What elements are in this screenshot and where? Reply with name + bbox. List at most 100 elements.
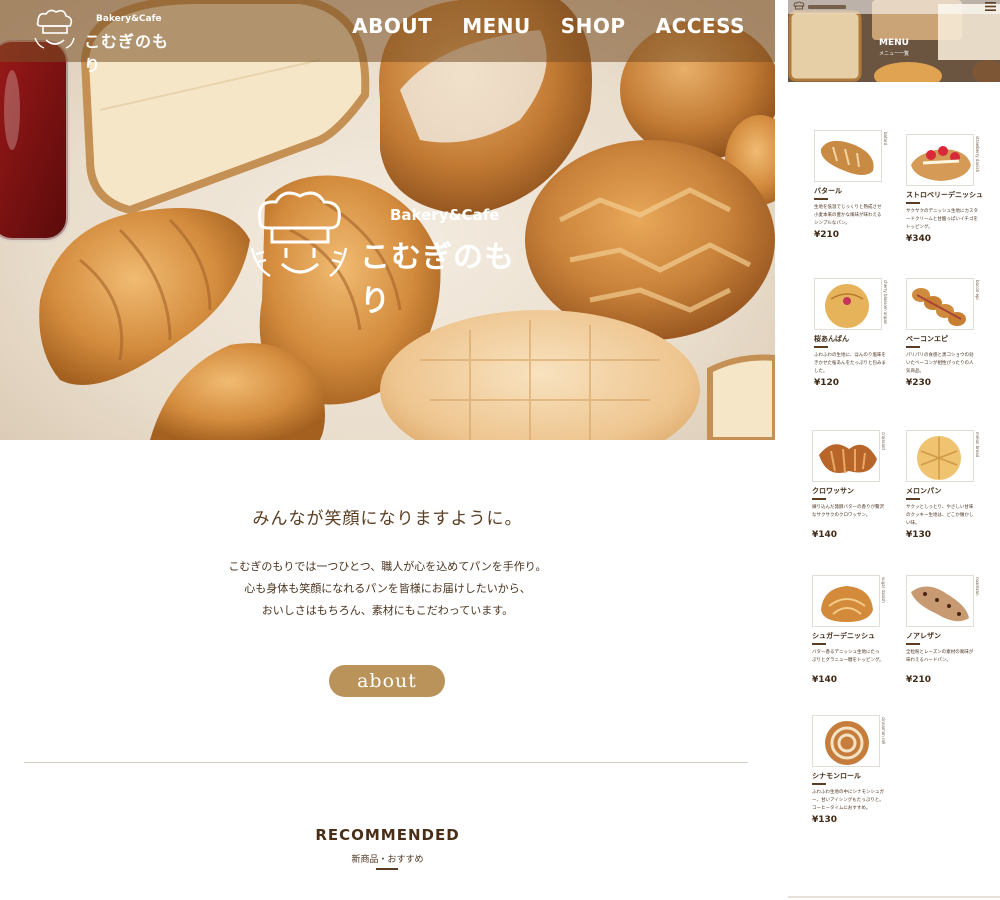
- menu-item-name: メロンパン: [906, 487, 942, 495]
- menu-item-desc-line: した。: [814, 369, 828, 374]
- menu-item-desc-line: ードクリームと甘酸っぱいイチゴを: [906, 217, 978, 222]
- brand-logo[interactable]: Bakery&Cafe こむぎのもり: [32, 8, 172, 75]
- menu-item-price: ¥230: [906, 378, 932, 388]
- menu-item-name: クロワッサン: [812, 487, 854, 495]
- menu-item-desc-line: ふわふわ生地の中にシナモンシュガ: [812, 790, 884, 795]
- recommended-subtitle: 新商品・おすすめ: [351, 855, 424, 865]
- recommended-underline: [376, 868, 398, 870]
- menu-item-underline: [814, 198, 828, 200]
- menu-item-underline: [906, 346, 920, 348]
- mobile-menu-subtitle: メニュー一覧: [878, 51, 909, 57]
- menu-item-desc-line: ぷりとグラニュー糖をトッピング。: [812, 658, 884, 663]
- mobile-footer-divider: [788, 896, 1000, 898]
- menu-item-desc-line: シンプルなパン。: [814, 221, 850, 226]
- mobile-brand-logo-icon[interactable]: [792, 1, 852, 13]
- menu-item-underline: [812, 643, 826, 645]
- menu-item-name: 桜あんぱん: [814, 335, 849, 343]
- mobile-page: MENU メニュー一覧 batard バタール 生地を低温でじっくりと熟成させ …: [788, 0, 1000, 900]
- menu-item-tag: cinnamon roll: [881, 717, 886, 745]
- menu-item-price: ¥210: [814, 230, 840, 240]
- main-navigation: ABOUT MENU SHOP ACCESS: [352, 14, 745, 38]
- menu-item-name: ベーコンエピ: [906, 335, 948, 343]
- menu-item-desc-line: サクサクのデニッシュ生地にカスタ: [906, 209, 978, 214]
- nav-about-link[interactable]: ABOUT: [352, 14, 432, 38]
- menu-item[interactable]: bacon epi ベーコンエピ パリパリの食感と黒コショウの効 いたベーコンが…: [906, 278, 996, 408]
- menu-item[interactable]: melon bread メロンパン サクッとしっとり、やさしい甘味 のクッキー生…: [906, 430, 996, 560]
- menu-item-name: ノアレザン: [906, 632, 941, 640]
- menu-item-photo: [814, 130, 882, 182]
- menu-item-tag: batard: [883, 132, 888, 146]
- nav-menu-link[interactable]: MENU: [462, 14, 531, 38]
- menu-item-underline: [906, 498, 920, 500]
- menu-item-photo: [906, 575, 974, 627]
- menu-item-name: シナモンロール: [812, 772, 861, 780]
- menu-item-desc: サクサクのデニッシュ生地にカスタ ードクリームと甘酸っぱいイチゴを トッピング。: [906, 208, 982, 232]
- recommended-title: RECOMMENDED: [315, 826, 460, 844]
- menu-item-photo: [814, 278, 882, 330]
- menu-item-underline: [814, 346, 828, 348]
- menu-item-price: ¥130: [906, 530, 932, 540]
- desktop-page: Bakery&Cafe こむぎのもり ABOUT MENU SHOP ACCES…: [0, 0, 775, 900]
- intro-body: こむぎのもりでは一つひとつ、職人が心を込めてパンを手作り。 心も身体も笑顔になれ…: [0, 556, 775, 622]
- menu-item-name: ストロベリーデニッシュ: [906, 191, 983, 199]
- menu-item-desc-line: パリパリの食感と黒コショウの効: [906, 353, 974, 358]
- section-divider: [24, 762, 748, 763]
- hamburger-menu-icon[interactable]: [985, 2, 996, 11]
- menu-item-underline: [906, 202, 920, 204]
- menu-item[interactable]: croissant クロワッサン 練り込んだ発酵バターの香りが贅沢 なサクサクの…: [812, 430, 902, 560]
- menu-item[interactable]: batard バタール 生地を低温でじっくりと熟成させ 小麦本来の豊かな風味が味…: [814, 130, 904, 260]
- menu-item-desc: パリパリの食感と黒コショウの効 いたベーコンが相性ぴったりの人 気商品。: [906, 352, 982, 376]
- intro-line: 心も身体も笑顔になれるパンを皆様にお届けしたいから、: [244, 582, 531, 595]
- menu-item-underline: [812, 498, 826, 500]
- hero-logo: Bakery&Cafe こむぎのもり: [248, 188, 538, 319]
- menu-item-price: ¥140: [812, 530, 838, 540]
- menu-item-tag: croissant: [881, 432, 886, 451]
- menu-item-underline: [812, 783, 826, 785]
- menu-item[interactable]: cherry blossom anpan 桜あんぱん ふわふわの生地に、ほんのり…: [814, 278, 904, 408]
- menu-item[interactable]: sugar danish シュガーデニッシュ バター香るデニッシュ生地にたっ ぷ…: [812, 575, 902, 705]
- mobile-hero-image: MENU メニュー一覧: [788, 0, 1000, 82]
- hero-brand-jp: こむぎのもり: [360, 240, 515, 319]
- menu-item-desc-line: 生地を低温でじっくりと熟成させ: [814, 205, 882, 210]
- menu-item-photo: [906, 278, 974, 330]
- menu-item-desc-line: きかせた桜あんをたっぷりと包みま: [814, 361, 886, 366]
- menu-item[interactable]: noarezan ノアレザン 全粒粉とレーズンの素材の風味が 味わえるハードパン…: [906, 575, 996, 705]
- menu-item-desc-line: 練り込んだ発酵バターの香りが贅沢: [812, 505, 884, 510]
- menu-item-tag: bacon epi: [975, 280, 980, 300]
- menu-item-desc: 全粒粉とレーズンの素材の風味が 味わえるハードパン。: [906, 649, 982, 665]
- menu-item-underline: [906, 643, 920, 645]
- menu-item-desc: ふわふわの生地に、ほんのり塩味を きかせた桜あんをたっぷりと包みま した。: [814, 352, 890, 376]
- intro-heading: みんなが笑顔になりますように。: [252, 509, 523, 529]
- intro-line: おいしさはもちろん、素材にもこだわっています。: [261, 604, 514, 617]
- menu-item-photo: [812, 430, 880, 482]
- menu-item-desc-line: ふわふわの生地に、ほんのり塩味を: [814, 353, 886, 358]
- menu-item-desc-line: い味。: [906, 521, 920, 526]
- brand-en-text: Bakery&Cafe: [96, 14, 162, 24]
- menu-item-desc-line: トッピング。: [906, 225, 933, 230]
- menu-item-desc-line: サクッとしっとり、やさしい甘味: [906, 505, 974, 510]
- menu-item[interactable]: cinnamon roll シナモンロール ふわふわ生地の中にシナモンシュガ ー…: [812, 715, 902, 845]
- menu-item-desc-line: 気商品。: [906, 369, 924, 374]
- intro-section: みんなが笑顔になりますように。 こむぎのもりでは一つひとつ、職人が心を込めてパン…: [0, 440, 775, 900]
- nav-access-link[interactable]: ACCESS: [656, 14, 745, 38]
- menu-item-tag: sugar danish: [881, 577, 886, 603]
- menu-item-desc: 生地を低温でじっくりと熟成させ 小麦本来の豊かな風味が味わえる シンプルなパン。: [814, 204, 890, 228]
- menu-item-photo: [812, 575, 880, 627]
- chef-hat-smile-icon: [250, 191, 348, 278]
- menu-item[interactable]: strawberry danish ストロベリーデニッシュ サクサクのデニッシュ…: [906, 134, 996, 264]
- menu-item-desc-line: なサクサクのクロワッサン。: [812, 513, 871, 518]
- mobile-menu-title: MENU: [879, 38, 909, 48]
- menu-item-desc: 練り込んだ発酵バターの香りが贅沢 なサクサクのクロワッサン。: [812, 504, 888, 520]
- menu-item-photo: [812, 715, 880, 767]
- about-button[interactable]: about: [329, 665, 445, 697]
- menu-item-desc: バター香るデニッシュ生地にたっ ぷりとグラニュー糖をトッピング。: [812, 649, 888, 665]
- menu-item-photo: [906, 134, 974, 186]
- brand-jp-text: こむぎのもり: [84, 32, 170, 75]
- menu-item-desc-line: 全粒粉とレーズンの素材の風味が: [906, 650, 974, 655]
- header-bar: Bakery&Cafe こむぎのもり ABOUT MENU SHOP ACCES…: [0, 0, 775, 75]
- nav-shop-link[interactable]: SHOP: [561, 14, 626, 38]
- menu-item-desc-line: ー、甘いアイシングもたっぷりと。: [812, 798, 884, 803]
- menu-item-desc-line: コーヒータイムにおすすめ。: [812, 806, 871, 811]
- menu-item-desc-line: 味わえるハードパン。: [906, 658, 951, 663]
- menu-item-desc-line: 小麦本来の豊かな風味が味わえる: [814, 213, 882, 218]
